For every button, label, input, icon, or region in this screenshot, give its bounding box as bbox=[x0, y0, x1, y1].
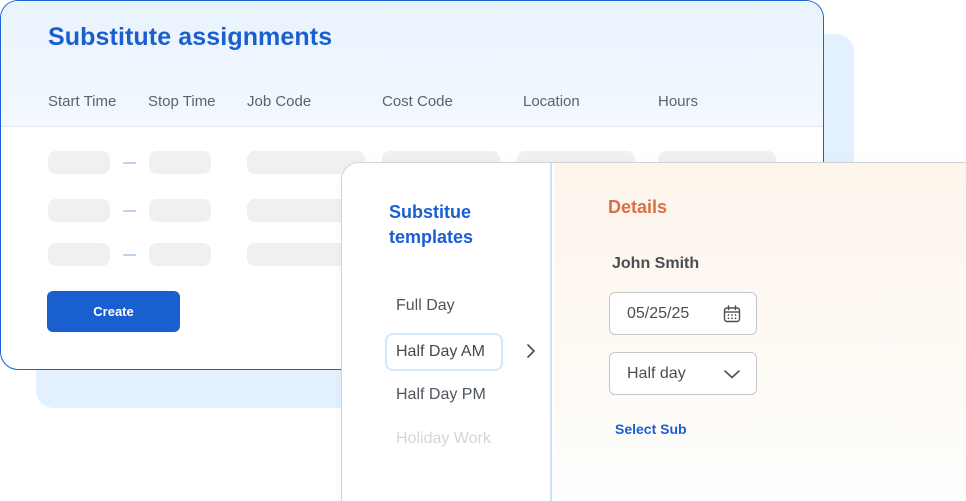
template-item-half-day-pm[interactable]: Half Day PM bbox=[396, 386, 486, 404]
time-range-dash bbox=[123, 254, 136, 256]
duration-value: Half day bbox=[627, 365, 686, 382]
template-item-full-day[interactable]: Full Day bbox=[396, 297, 455, 315]
create-button[interactable]: Create bbox=[47, 291, 180, 332]
templates-panel: Substitue templates Full Day Half Day AM… bbox=[342, 163, 552, 501]
time-range-dash bbox=[123, 210, 136, 212]
start-time-placeholder[interactable] bbox=[48, 151, 110, 174]
stop-time-placeholder[interactable] bbox=[149, 243, 211, 266]
date-value: 05/25/25 bbox=[627, 305, 690, 322]
select-sub-link[interactable]: Select Sub bbox=[615, 421, 687, 437]
templates-title: Substitue templates bbox=[389, 202, 474, 247]
template-details-panel: Substitue templates Full Day Half Day AM… bbox=[341, 162, 966, 501]
calendar-icon[interactable] bbox=[723, 305, 741, 323]
column-header-cost-code: Cost Code bbox=[382, 93, 453, 110]
template-item-holiday-work[interactable]: Holiday Work bbox=[396, 430, 491, 448]
date-field[interactable]: 05/25/25 bbox=[609, 292, 757, 335]
column-header-stop-time: Stop Time bbox=[148, 93, 216, 110]
column-header-start-time: Start Time bbox=[48, 93, 117, 110]
chevron-right-icon[interactable] bbox=[524, 341, 538, 361]
column-header-location: Location bbox=[523, 93, 580, 110]
start-time-placeholder[interactable] bbox=[48, 243, 110, 266]
details-title: Details bbox=[608, 197, 668, 217]
duration-select[interactable]: Half day bbox=[609, 352, 757, 395]
person-name: John Smith bbox=[612, 255, 700, 272]
template-item-half-day-am[interactable]: Half Day AM bbox=[385, 333, 503, 371]
chevron-down-icon[interactable] bbox=[723, 365, 741, 383]
stop-time-placeholder[interactable] bbox=[149, 199, 211, 222]
column-header-hours: Hours bbox=[658, 93, 699, 110]
stop-time-placeholder[interactable] bbox=[149, 151, 211, 174]
details-panel: Details John Smith 05/25/25 Half day Sel… bbox=[554, 163, 966, 501]
page-title: Substitute assignments bbox=[48, 23, 333, 51]
start-time-placeholder[interactable] bbox=[48, 199, 110, 222]
time-range-dash bbox=[123, 162, 136, 164]
column-header-job-code: Job Code bbox=[247, 93, 312, 110]
